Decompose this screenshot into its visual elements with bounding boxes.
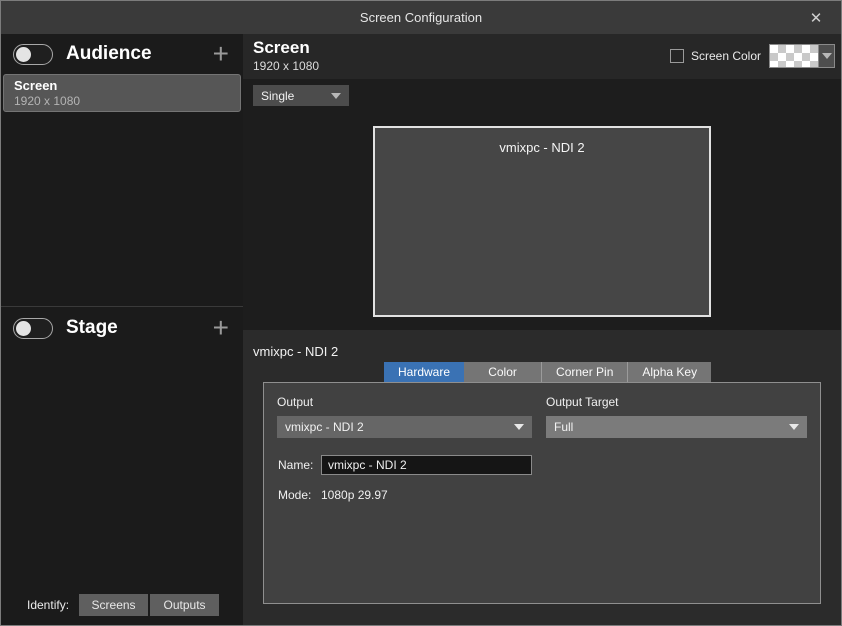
stage-toggle[interactable] [13,318,53,339]
add-stage-screen-icon[interactable]: + [211,317,231,339]
tab-alpha-key[interactable]: Alpha Key [628,362,711,382]
audience-section-title: Audience [66,43,211,65]
stage-list-empty-space [1,349,243,594]
tab-color[interactable]: Color [464,362,542,382]
output-settings-tabs: Hardware Color Corner Pin Alpha Key [384,362,711,382]
screen-list-item[interactable]: Screen 1920 x 1080 [3,74,241,112]
screen-item-resolution: 1920 x 1080 [14,94,240,108]
color-dropdown-button[interactable] [818,45,834,67]
transparent-color-swatch [770,45,818,67]
output-field: Output vmixpc - NDI 2 [277,395,532,438]
toggle-knob-icon [16,47,31,62]
screen-configuration-window: Screen Configuration ✕ Audience + Screen… [0,0,842,626]
identify-label: Identify: [27,598,69,612]
output-target-dropdown-value: Full [554,420,789,434]
audience-toggle[interactable] [13,44,53,65]
screen-mode-toolbar: Single [243,79,841,112]
name-field-row: Name: [277,455,807,475]
identify-outputs-button[interactable]: Outputs [150,594,219,616]
output-settings-panel: vmixpc - NDI 2 Hardware Color Corner Pin… [243,330,841,626]
screen-color-dropdown[interactable] [769,44,835,68]
main-header: Screen 1920 x 1080 Screen Color [243,34,841,79]
output-label: Output [277,395,532,409]
mode-label: Mode: [278,488,321,502]
screen-mode-dropdown[interactable]: Single [253,85,349,106]
window-body: Audience + Screen 1920 x 1080 Stage + Id… [1,34,841,626]
toggle-knob-icon [16,321,31,336]
audience-section-header: Audience + [1,34,243,74]
close-icon[interactable]: ✕ [803,1,829,34]
audience-list-empty-space [1,112,243,306]
tab-hardware[interactable]: Hardware [384,362,464,382]
output-target-dropdown[interactable]: Full [546,416,807,438]
screen-color-label: Screen Color [691,49,761,63]
stage-section-title: Stage [66,317,211,339]
preview-output-label: vmixpc - NDI 2 [499,140,584,155]
output-target-field: Output Target Full [546,395,807,438]
chevron-down-icon [514,424,524,430]
screen-preview-area: vmixpc - NDI 2 [243,112,841,330]
chevron-down-icon [789,424,799,430]
main-area: Screen 1920 x 1080 Screen Color Single [243,34,841,626]
screen-item-name: Screen [14,78,240,93]
mode-value: 1080p 29.97 [321,488,388,502]
name-input[interactable] [321,455,532,475]
chevron-down-icon [331,93,341,99]
screen-mode-value: Single [261,89,331,103]
identify-row: Identify: Screens Outputs [27,594,231,616]
output-dropdowns-row: Output vmixpc - NDI 2 Output Target Full [277,395,807,438]
screen-color-checkbox[interactable] [670,49,684,63]
chevron-down-icon [822,53,832,59]
sidebar: Audience + Screen 1920 x 1080 Stage + Id… [1,34,243,626]
stage-section-header: Stage + [1,307,243,349]
titlebar: Screen Configuration ✕ [1,1,841,34]
window-title: Screen Configuration [360,10,482,25]
identify-screens-button[interactable]: Screens [79,594,148,616]
output-dropdown-value: vmixpc - NDI 2 [285,420,514,434]
output-target-label: Output Target [546,395,807,409]
name-label: Name: [278,458,321,472]
screen-preview-box[interactable]: vmixpc - NDI 2 [373,126,711,317]
add-audience-screen-icon[interactable]: + [211,43,231,65]
output-panel-title: vmixpc - NDI 2 [253,344,338,359]
screen-color-controls: Screen Color [670,44,835,68]
output-dropdown[interactable]: vmixpc - NDI 2 [277,416,532,438]
hardware-tab-content: Output vmixpc - NDI 2 Output Target Full [263,382,821,604]
mode-row: Mode: 1080p 29.97 [277,488,807,502]
tab-corner-pin[interactable]: Corner Pin [542,362,628,382]
